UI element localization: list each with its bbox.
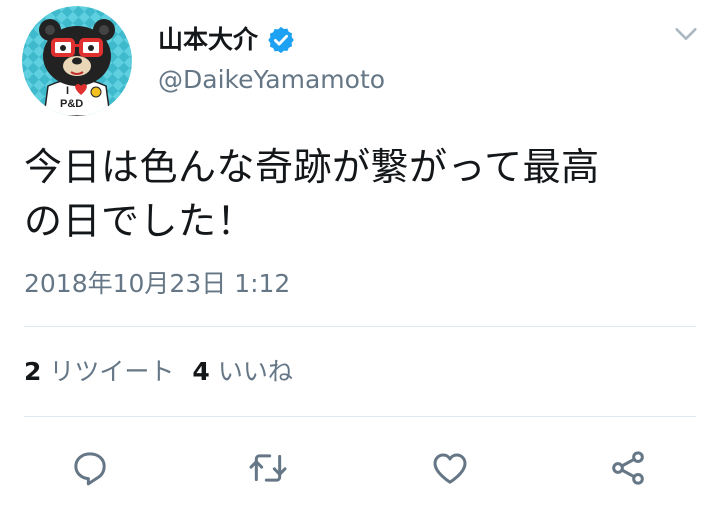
author-display-name[interactable]: 山本大介 — [158, 20, 258, 60]
share-button[interactable] — [604, 444, 652, 492]
divider — [24, 326, 696, 327]
tweet-actions — [0, 440, 720, 496]
divider — [24, 416, 696, 417]
retweets-label: リツイート — [49, 357, 175, 386]
likes-label: いいね — [217, 357, 293, 386]
reply-button[interactable] — [66, 444, 114, 492]
like-button[interactable] — [426, 444, 474, 492]
avatar-shirt-text-bottom: P&D — [60, 98, 83, 110]
bear-avatar-icon: I P&D — [22, 6, 132, 116]
tweet-timestamp[interactable]: 2018年10月23日 1:12 — [24, 266, 290, 302]
retweets-count: 2 — [24, 357, 42, 386]
heart-icon — [433, 453, 467, 484]
likes-stat[interactable]: 4 いいね — [192, 354, 292, 390]
author-name-row: 山本大介 — [158, 20, 296, 60]
author-avatar[interactable]: I P&D — [22, 6, 132, 116]
tweet-text: 今日は色んな奇跡が繋がって最高 の日でした！ — [24, 145, 600, 243]
likes-count: 4 — [192, 357, 210, 386]
chevron-down-icon[interactable] — [672, 20, 700, 48]
retweet-icon — [249, 454, 287, 482]
tweet-detail: I P&D 山本大介 @DaikeYamamoto 今日は色んな奇跡が繋がって最… — [0, 0, 720, 508]
avatar-shirt-text-top: I — [66, 85, 69, 97]
verified-badge-icon — [268, 26, 294, 54]
author-handle[interactable]: @DaikeYamamoto — [158, 62, 385, 98]
retweet-button[interactable] — [244, 444, 292, 492]
retweets-stat[interactable]: 2 リツイート — [24, 354, 174, 390]
reply-icon — [74, 452, 106, 486]
tweet-stats: 2 リツイート 4 いいね — [24, 354, 311, 390]
share-icon — [612, 451, 644, 485]
